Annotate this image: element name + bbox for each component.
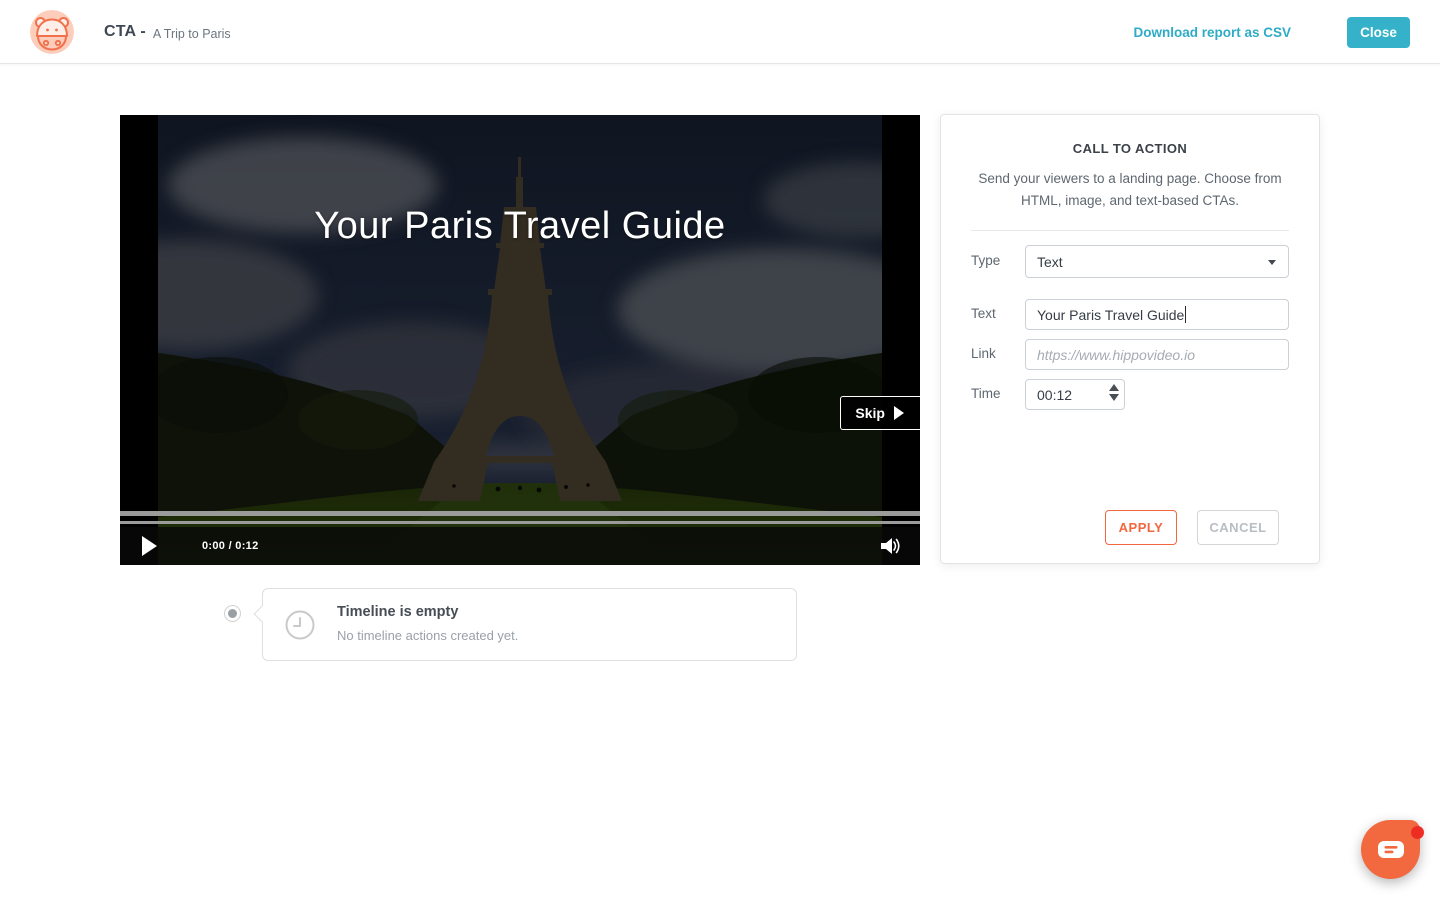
apply-button[interactable]: APPLY — [1105, 510, 1177, 545]
time-field-label: Time — [971, 386, 1001, 401]
text-field-label: Text — [971, 306, 996, 321]
hippo-video-logo-icon — [30, 10, 74, 54]
timeline-empty-title: Timeline is empty — [337, 604, 458, 620]
time-display: 0:00 / 0:12 — [202, 540, 259, 552]
stepper-up-icon[interactable] — [1109, 384, 1119, 391]
timeline-marker-bullet — [224, 605, 241, 622]
panel-heading: CALL TO ACTION — [941, 141, 1319, 156]
call-to-action-panel: CALL TO ACTION Send your viewers to a la… — [940, 114, 1320, 564]
seek-bar[interactable] — [120, 511, 920, 516]
panel-divider — [971, 230, 1289, 231]
type-select-value: Text — [1037, 254, 1063, 270]
type-select[interactable]: Text — [1025, 245, 1289, 278]
chat-notification-dot — [1411, 826, 1424, 839]
chat-bubble-icon — [1377, 840, 1405, 860]
stepper-down-icon[interactable] — [1109, 394, 1119, 401]
cta-text-input[interactable]: Your Paris Travel Guide — [1025, 299, 1289, 330]
skip-play-icon — [894, 406, 904, 420]
cta-overlay-text: Your Paris Travel Guide — [120, 205, 920, 248]
skip-button[interactable]: Skip — [840, 396, 920, 430]
type-field-label: Type — [971, 253, 1000, 268]
download-report-csv-link[interactable]: Download report as CSV — [1133, 25, 1291, 40]
video-frame-paris-eiffel-tower — [158, 115, 882, 565]
timeline-empty-subtitle: No timeline actions created yet. — [337, 628, 518, 643]
skip-button-label: Skip — [855, 405, 885, 421]
cancel-button[interactable]: CANCEL — [1197, 510, 1279, 545]
link-field-label: Link — [971, 346, 996, 361]
cta-marker-bar[interactable] — [120, 521, 920, 524]
cta-text-input-value: Your Paris Travel Guide — [1037, 307, 1184, 323]
chevron-down-icon — [1268, 260, 1276, 265]
cta-link-input[interactable] — [1025, 339, 1289, 370]
cta-editor-page: CTA - A Trip to Paris Download report as… — [0, 0, 1440, 900]
close-button[interactable]: Close — [1347, 17, 1410, 48]
volume-icon[interactable] — [880, 536, 900, 561]
player-control-bar: 0:00 / 0:12 — [120, 527, 920, 565]
header-bar: CTA - A Trip to Paris Download report as… — [0, 0, 1440, 64]
page-title-main: CTA - — [104, 23, 146, 41]
time-stepper[interactable] — [1107, 384, 1121, 401]
page-title-video-name: A Trip to Paris — [153, 27, 231, 41]
page-title: CTA - A Trip to Paris — [104, 0, 231, 64]
video-player[interactable]: Your Paris Travel Guide Skip 0:00 / 0:12 — [120, 115, 920, 565]
timeline-empty-card: Timeline is empty No timeline actions cr… — [262, 588, 797, 661]
panel-description: Send your viewers to a landing page. Cho… — [965, 168, 1295, 213]
timeline-card-notch — [254, 606, 271, 623]
text-cursor — [1185, 306, 1186, 323]
clock-icon — [285, 610, 315, 645]
play-button-icon[interactable] — [142, 536, 157, 556]
